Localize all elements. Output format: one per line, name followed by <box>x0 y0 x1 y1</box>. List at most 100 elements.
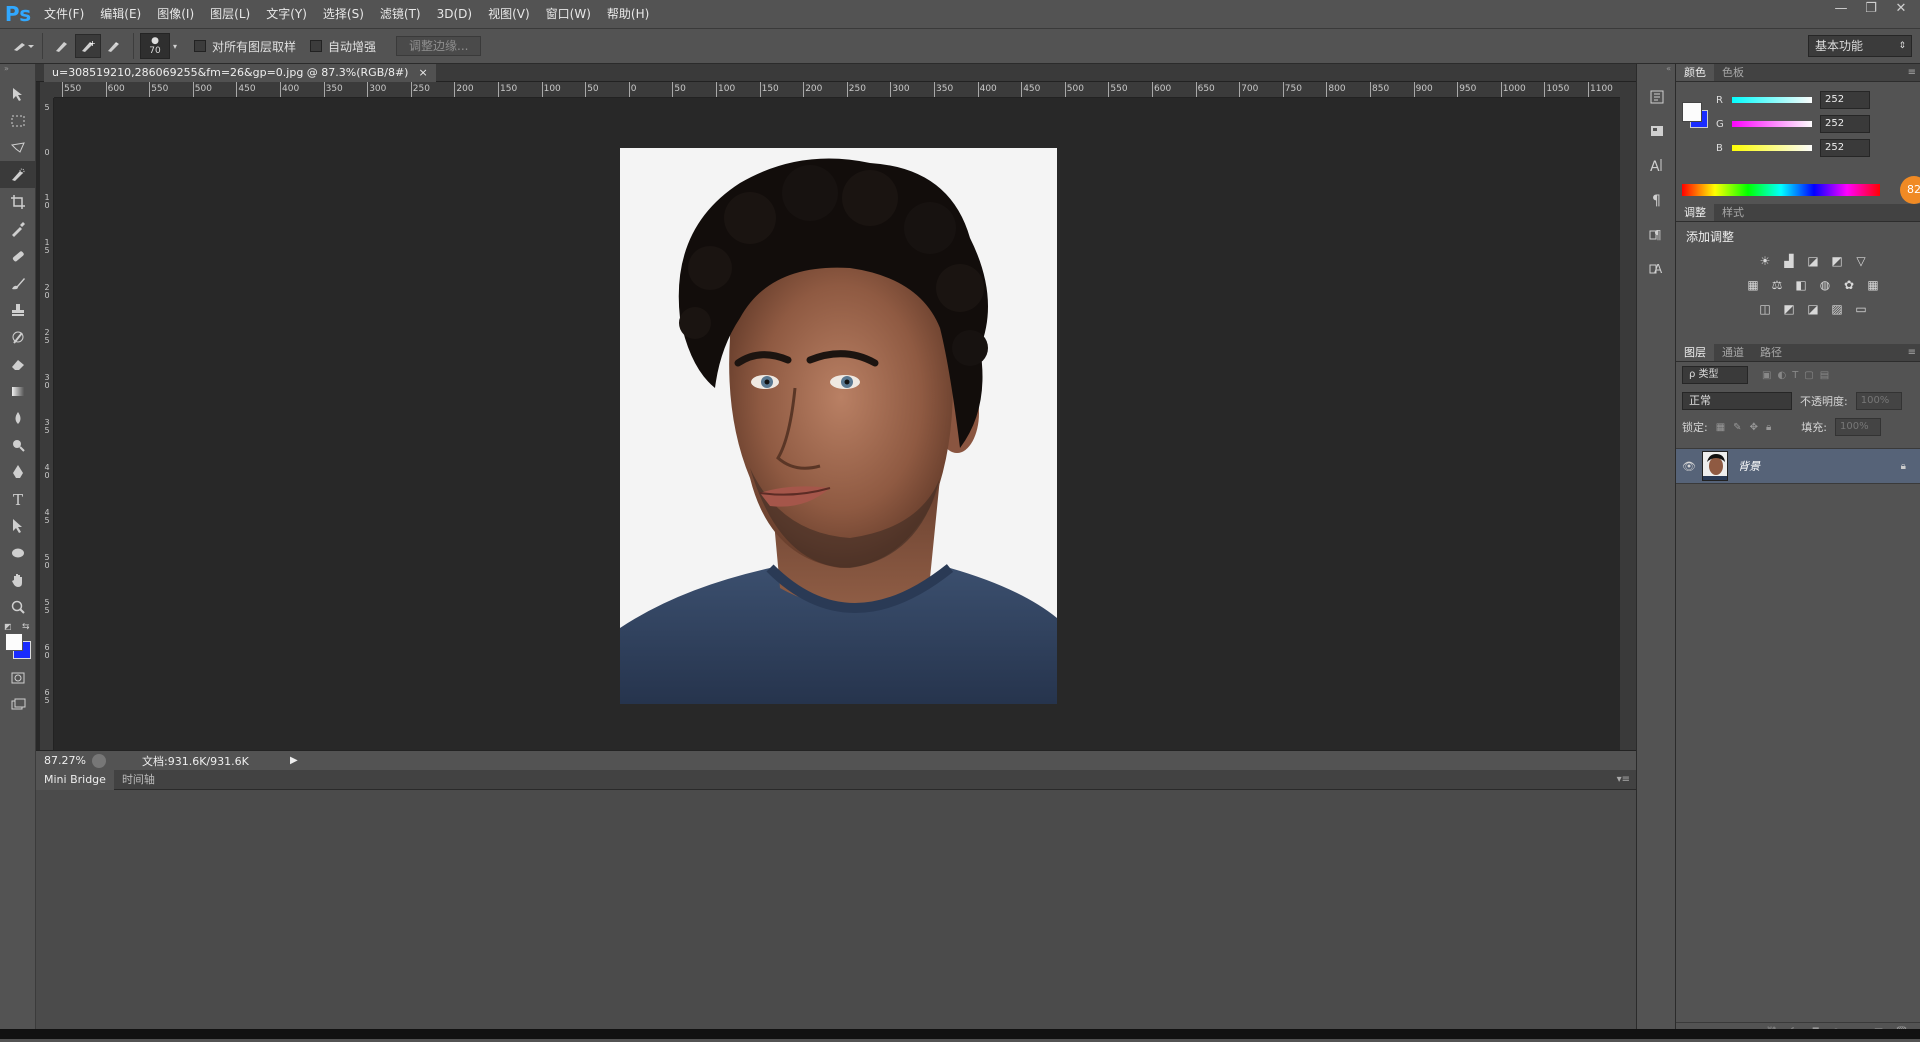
blue-value-input[interactable]: 252 <box>1820 139 1870 157</box>
horizontal-ruler[interactable]: 550 600 550 500 450 400 350 300 250 200 150 100 50 0 5… <box>54 82 1624 98</box>
layer-filter-select[interactable]: ρ 类型 <box>1682 366 1748 384</box>
clone-stamp-tool-icon[interactable] <box>0 296 36 323</box>
checkbox-box[interactable] <box>310 40 323 52</box>
visibility-eye-icon[interactable]: 👁︎ <box>1676 460 1702 473</box>
layer-row[interactable]: 👁︎ 背景 🔒︎ <box>1676 448 1920 484</box>
layer-name[interactable]: 背景 <box>1738 458 1760 474</box>
quick-mask-icon[interactable] <box>0 664 36 691</box>
swap-colors-icon[interactable]: ⇆ <box>22 622 30 632</box>
fill-input[interactable]: 100% <box>1835 418 1881 436</box>
tab-timeline[interactable]: 时间轴 <box>114 770 163 790</box>
tab-color[interactable]: 颜色 <box>1676 64 1714 81</box>
red-slider[interactable] <box>1732 97 1812 103</box>
brush-size-picker[interactable]: ● 70 <box>140 33 170 59</box>
healing-brush-tool-icon[interactable] <box>0 242 36 269</box>
eyedropper-tool-icon[interactable] <box>0 215 36 242</box>
lock-transparent-icon[interactable]: ▦ <box>1716 422 1725 433</box>
levels-icon[interactable]: ▟ <box>1781 253 1797 269</box>
tab-swatches[interactable]: 色板 <box>1714 64 1752 81</box>
lock-pixels-icon[interactable]: ✎ <box>1733 422 1741 433</box>
invert-icon[interactable]: ◫ <box>1757 301 1773 317</box>
gradient-map-icon[interactable]: ▭ <box>1853 301 1869 317</box>
color-lookup-icon[interactable]: ▦ <box>1865 277 1881 293</box>
menu-window[interactable]: 窗口(W) <box>538 0 599 28</box>
menu-image[interactable]: 图像(I) <box>149 0 202 28</box>
paragraph-panel-icon[interactable]: ¶ <box>1637 182 1677 216</box>
brightness-contrast-icon[interactable]: ☀ <box>1757 253 1773 269</box>
status-menu-arrow-icon[interactable]: ▶ <box>290 755 298 766</box>
zoom-tool-icon[interactable] <box>0 593 36 620</box>
menu-edit[interactable]: 编辑(E) <box>92 0 149 28</box>
foreground-color-swatch[interactable] <box>1682 102 1702 122</box>
refine-edge-button[interactable]: 调整边缘... <box>396 36 482 56</box>
blend-mode-select[interactable]: 正常 <box>1682 392 1792 410</box>
color-balance-icon[interactable]: ⚖ <box>1769 277 1785 293</box>
panel-menu-icon[interactable]: ≡ <box>1908 64 1916 82</box>
blue-slider[interactable] <box>1732 145 1812 151</box>
type-tool-icon[interactable]: T <box>0 485 36 512</box>
close-tab-icon[interactable]: × <box>418 64 427 82</box>
filter-type-icon[interactable]: T <box>1792 370 1798 381</box>
color-spectrum[interactable] <box>1682 184 1880 196</box>
hue-saturation-icon[interactable]: ▦ <box>1745 277 1761 293</box>
screen-mode-icon[interactable] <box>0 691 36 718</box>
black-white-icon[interactable]: ◧ <box>1793 277 1809 293</box>
pen-tool-icon[interactable] <box>0 458 36 485</box>
subtract-selection-brush-icon[interactable]: - <box>101 34 127 58</box>
filter-smart-object-icon[interactable]: ▤ <box>1820 370 1829 381</box>
menu-select[interactable]: 选择(S) <box>315 0 372 28</box>
menu-type[interactable]: 文字(Y) <box>258 0 315 28</box>
move-tool-icon[interactable] <box>0 80 36 107</box>
tab-adjustments[interactable]: 调整 <box>1676 204 1714 221</box>
quick-selection-tool-icon[interactable] <box>0 161 36 188</box>
restore-button[interactable]: ❐ <box>1858 0 1884 18</box>
menu-view[interactable]: 视图(V) <box>480 0 538 28</box>
green-slider[interactable] <box>1732 121 1812 127</box>
lasso-tool-icon[interactable] <box>0 134 36 161</box>
sample-all-layers-checkbox[interactable]: 对所有图层取样 <box>194 38 296 55</box>
filter-pixel-icon[interactable]: ▣ <box>1762 370 1771 381</box>
tab-styles[interactable]: 样式 <box>1714 204 1752 221</box>
ellipse-tool-icon[interactable] <box>0 539 36 566</box>
notification-badge[interactable]: 82 <box>1900 176 1920 204</box>
brush-dropdown-icon[interactable]: ▾ <box>170 34 180 58</box>
status-info-icon[interactable] <box>92 753 106 768</box>
menu-filter[interactable]: 滤镜(T) <box>372 0 429 28</box>
vertical-scrollbar[interactable] <box>1620 82 1636 750</box>
channel-mixer-icon[interactable]: ✿ <box>1841 277 1857 293</box>
eraser-tool-icon[interactable] <box>0 350 36 377</box>
new-selection-brush-icon[interactable] <box>49 34 75 58</box>
marquee-tool-icon[interactable] <box>0 107 36 134</box>
collapse-arrows-icon[interactable]: » <box>0 64 35 80</box>
tab-channels[interactable]: 通道 <box>1714 344 1752 361</box>
document-image[interactable] <box>620 148 1057 704</box>
menu-layer[interactable]: 图层(L) <box>202 0 258 28</box>
menu-help[interactable]: 帮助(H) <box>599 0 657 28</box>
history-panel-icon[interactable] <box>1637 80 1677 114</box>
tab-mini-bridge[interactable]: Mini Bridge <box>36 770 114 790</box>
auto-enhance-checkbox[interactable]: 自动增强 <box>310 38 376 55</box>
vertical-ruler[interactable]: 50101520253035404550556065 <box>40 98 54 750</box>
menu-3d[interactable]: 3D(D) <box>429 0 480 28</box>
lock-position-icon[interactable]: ✥ <box>1750 422 1758 433</box>
dodge-tool-icon[interactable] <box>0 431 36 458</box>
close-window-button[interactable]: ✕ <box>1888 0 1914 18</box>
path-selection-tool-icon[interactable] <box>0 512 36 539</box>
expand-arrows-icon[interactable]: « <box>1637 64 1675 80</box>
green-value-input[interactable]: 252 <box>1820 115 1870 133</box>
foreground-color-swatch[interactable] <box>5 633 23 651</box>
panel-menu-icon[interactable]: ▾≡ <box>1617 770 1636 789</box>
paragraph-styles-panel-icon[interactable]: ¶ <box>1637 216 1677 250</box>
default-colors-icon[interactable]: ◩ <box>4 622 12 631</box>
menu-file[interactable]: 文件(F) <box>36 0 92 28</box>
checkbox-box[interactable] <box>194 40 206 52</box>
zoom-level[interactable]: 87.27% <box>36 754 86 767</box>
red-value-input[interactable]: 252 <box>1820 91 1870 109</box>
quick-selection-tool-preset-icon[interactable] <box>10 34 36 58</box>
tab-paths[interactable]: 路径 <box>1752 344 1790 361</box>
threshold-icon[interactable]: ◪ <box>1805 301 1821 317</box>
vibrance-icon[interactable]: ▽ <box>1853 253 1869 269</box>
crop-tool-icon[interactable] <box>0 188 36 215</box>
document-tab[interactable]: u=308519210,286069255&fm=26&gp=0.jpg @ 8… <box>44 64 436 82</box>
filter-shape-icon[interactable]: ▢ <box>1804 370 1813 381</box>
